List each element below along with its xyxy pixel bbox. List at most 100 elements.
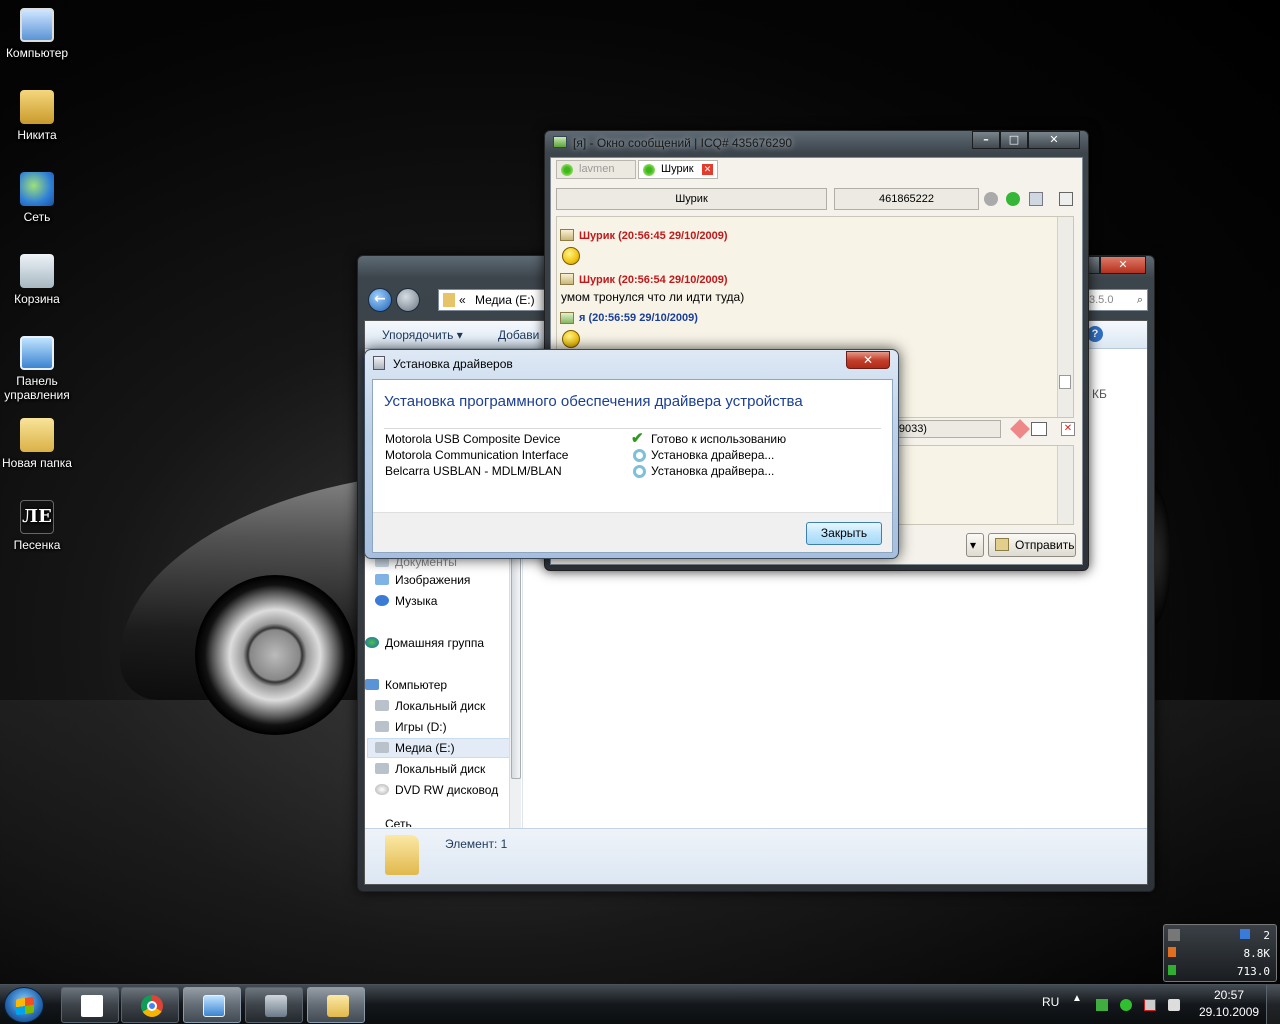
send-options-button[interactable]: ▾ bbox=[966, 533, 984, 557]
desktop-icon-new-folder[interactable]: Новая папка bbox=[0, 418, 74, 470]
tray-icq-icon[interactable] bbox=[1120, 999, 1132, 1011]
dialog-heading: Установка программного обеспечения драйв… bbox=[384, 393, 803, 410]
taskbar-app-device-manager[interactable] bbox=[245, 987, 303, 1023]
icq-window-icon bbox=[553, 136, 567, 148]
message-author: я (20:56:59 29/10/2009) bbox=[579, 312, 698, 324]
dialog-title: Установка драйверов bbox=[393, 357, 513, 371]
desktop-icon-recycle-bin[interactable]: Корзина bbox=[0, 254, 74, 306]
forward-button[interactable] bbox=[396, 288, 420, 312]
explorer-maximize-button[interactable] bbox=[1088, 256, 1100, 274]
windows-logo-icon bbox=[16, 996, 34, 1016]
tab-shurik[interactable]: Шурик ✕ bbox=[638, 160, 718, 179]
nav-item-network[interactable]: Сеть bbox=[385, 817, 412, 827]
meter-value: 8.8K bbox=[1243, 947, 1271, 960]
input-scrollbar[interactable] bbox=[1057, 446, 1073, 524]
nav-item-computer[interactable]: Компьютер bbox=[365, 678, 447, 692]
folder-icon bbox=[443, 293, 455, 307]
folder-icon bbox=[385, 835, 419, 875]
show-desktop-button[interactable] bbox=[1266, 985, 1280, 1024]
icq-minimize-button[interactable]: – bbox=[972, 131, 1000, 149]
device-name: Motorola Communication Interface bbox=[385, 448, 569, 462]
address-overflow[interactable]: « bbox=[459, 290, 466, 310]
desktop-icon-label: Новая папка bbox=[2, 456, 72, 470]
contact-name-field: Шурик bbox=[556, 188, 827, 210]
user-info-icon[interactable] bbox=[984, 192, 998, 206]
smiley-icon bbox=[562, 247, 580, 265]
taskbar-app-control-panel[interactable] bbox=[183, 987, 241, 1023]
message-icon bbox=[560, 312, 574, 324]
call-icon[interactable] bbox=[1006, 192, 1020, 206]
language-indicator[interactable]: RU bbox=[1042, 995, 1059, 1009]
drive-icon bbox=[375, 742, 389, 753]
encoding-select[interactable]: n (9033) bbox=[881, 420, 1001, 438]
tray-update-icon[interactable] bbox=[1096, 999, 1108, 1011]
checkmark-icon: ✔ bbox=[631, 430, 644, 447]
desktop-icon-computer[interactable]: Компьютер bbox=[0, 8, 74, 60]
device-status: Установка драйвера... bbox=[633, 464, 774, 478]
file-size-fragment: КБ bbox=[1092, 387, 1107, 401]
clock-date[interactable]: 29.10.2009 bbox=[1199, 1005, 1259, 1019]
nav-item-local-disk-c[interactable]: Локальный диск bbox=[375, 699, 485, 713]
icq-close-button[interactable]: ✕ bbox=[1028, 131, 1080, 149]
taskbar-app-folder[interactable] bbox=[307, 987, 365, 1023]
status-bar: Элемент: 1 bbox=[365, 828, 1147, 884]
nav-scroll-thumb[interactable] bbox=[511, 549, 521, 779]
drive-icon bbox=[375, 763, 389, 774]
tab-lavmen[interactable]: lavmen bbox=[556, 160, 636, 179]
device-manager-icon bbox=[265, 995, 287, 1017]
device-status: Установка драйвера... bbox=[633, 448, 774, 462]
chat-scrollbar[interactable] bbox=[1057, 217, 1073, 417]
add-button[interactable]: Добави bbox=[498, 328, 539, 342]
clock-time[interactable]: 20:57 bbox=[1214, 988, 1244, 1002]
desktop-icon-label: Сеть bbox=[23, 210, 51, 224]
desktop-icon-control-panel[interactable]: Панель управления bbox=[0, 336, 74, 402]
nav-item-homegroup[interactable]: Домашняя группа bbox=[365, 636, 484, 650]
message-author: Шурик (20:56:45 29/10/2009) bbox=[579, 230, 728, 242]
status-item-count: Элемент: 1 bbox=[445, 837, 508, 851]
contact-card-icon[interactable] bbox=[1029, 192, 1043, 206]
nav-item-media-e[interactable]: Медиа (E:) bbox=[375, 741, 455, 755]
icq-maximize-button[interactable]: □ bbox=[1000, 131, 1028, 149]
dialog-close-icon[interactable]: ✕ bbox=[846, 351, 890, 369]
taskbar-app-explorer[interactable] bbox=[61, 987, 119, 1023]
chrome-icon bbox=[141, 995, 163, 1017]
device-name: Belcarra USBLAN - MDLM/BLAN bbox=[385, 464, 562, 478]
show-hidden-icons[interactable]: ▲ bbox=[1072, 993, 1082, 1004]
plug-icon bbox=[1168, 929, 1180, 941]
explorer-blank-icon bbox=[81, 995, 103, 1017]
nav-item-local-disk[interactable]: Локальный диск bbox=[375, 762, 485, 776]
tab-close-icon[interactable]: ✕ bbox=[702, 164, 713, 175]
progress-spinner-icon bbox=[633, 449, 646, 462]
device-name: Motorola USB Composite Device bbox=[385, 432, 561, 446]
help-icon[interactable]: ? bbox=[1087, 326, 1103, 342]
chat-scroll-thumb[interactable] bbox=[1059, 375, 1071, 389]
nav-item-games-d[interactable]: Игры (D:) bbox=[375, 720, 447, 734]
clear-icon[interactable]: ✕ bbox=[1061, 422, 1075, 436]
start-button[interactable] bbox=[4, 987, 44, 1023]
nav-item-dvd[interactable]: DVD RW дисковод bbox=[375, 783, 498, 797]
tray-volume-icon[interactable] bbox=[1168, 999, 1180, 1011]
driver-install-dialog: Установка драйверов ✕ Установка программ… bbox=[364, 349, 899, 559]
computer-icon bbox=[20, 8, 54, 42]
desktop-icon-network[interactable]: Сеть bbox=[0, 172, 74, 224]
tray-network-icon[interactable] bbox=[1144, 999, 1156, 1011]
desktop-icon-label: Компьютер bbox=[5, 46, 69, 60]
windows-icon[interactable] bbox=[1059, 192, 1073, 206]
desktop-icon-song[interactable]: ЛЕ Песенка bbox=[0, 500, 74, 552]
back-button[interactable]: ← bbox=[368, 288, 392, 312]
send-button[interactable]: Отправить bbox=[988, 533, 1076, 557]
chrome-center bbox=[147, 1001, 157, 1011]
nav-item-music[interactable]: Музыка bbox=[375, 594, 437, 608]
desktop-icon-user[interactable]: Никита bbox=[0, 90, 74, 142]
control-panel-icon bbox=[203, 995, 225, 1017]
folder-icon bbox=[20, 418, 54, 452]
nav-item-pictures[interactable]: Изображения bbox=[375, 573, 470, 587]
close-button[interactable]: Закрыть bbox=[806, 522, 882, 545]
template-icon[interactable] bbox=[1031, 422, 1047, 436]
taskbar-app-chrome[interactable] bbox=[121, 987, 179, 1023]
message-author: Шурик (20:56:54 29/10/2009) bbox=[579, 274, 728, 286]
organize-button[interactable]: Упорядочить ▾ bbox=[382, 328, 463, 342]
eraser-icon[interactable] bbox=[1010, 419, 1030, 439]
song-icon: ЛЕ bbox=[20, 500, 54, 534]
explorer-close-button[interactable]: ✕ bbox=[1100, 256, 1146, 274]
